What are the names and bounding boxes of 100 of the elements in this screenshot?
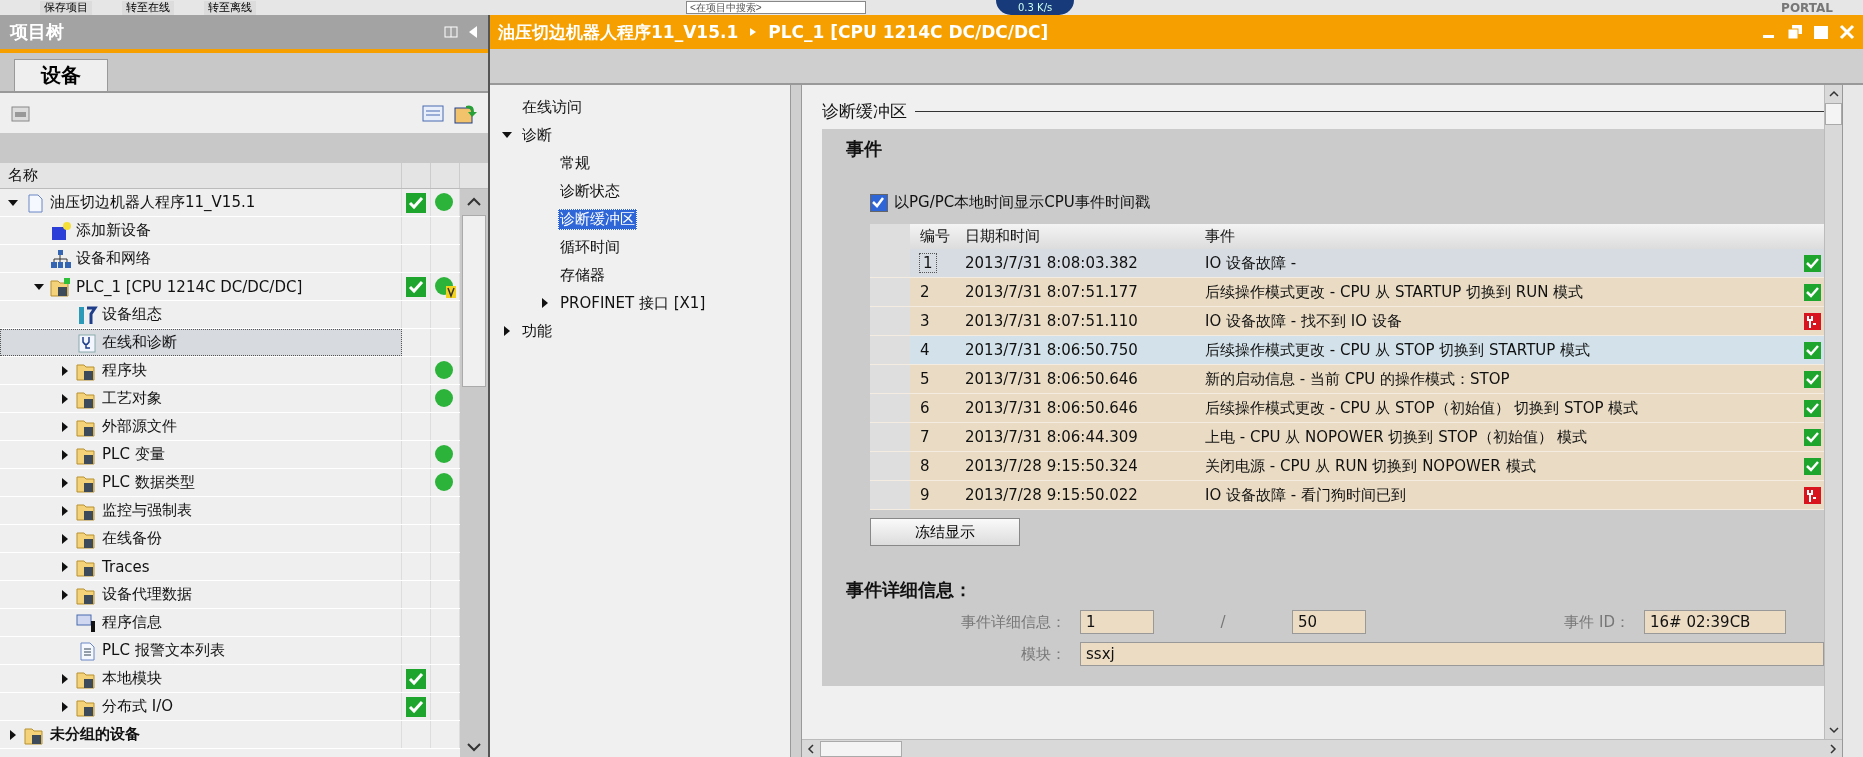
tree-item[interactable]: 工艺对象 xyxy=(0,385,402,412)
tree-item[interactable]: 设备组态 xyxy=(0,301,402,328)
tree-item[interactable]: 在线备份 xyxy=(0,525,402,552)
scroll-thumb[interactable] xyxy=(820,740,902,757)
new-device-icon[interactable] xyxy=(10,103,32,123)
table-cell: 3 xyxy=(920,312,930,330)
table-cell-text: 2013/7/31 8:07:51.110 xyxy=(965,312,1139,330)
checkbox[interactable] xyxy=(870,193,888,212)
separator-label: / xyxy=(1219,613,1227,631)
table-row[interactable]: 6 2013/7/31 8:06:50.646 后续操作模式更改 - CPU 从 STOP（初始值） 切换到 STOP 模式 xyxy=(870,394,1824,423)
nav-item[interactable]: 常规 xyxy=(558,152,592,174)
devices-tab[interactable]: 设备 xyxy=(14,59,108,91)
editor-title: 油压切边机器人程序11_V15.1 xyxy=(498,20,739,44)
table-cell-text: 后续操作模式更改 - CPU 从 STOP（初始值） 切换到 STOP 模式 xyxy=(1205,398,1640,418)
scroll-thumb[interactable] xyxy=(1825,103,1842,125)
nav-item[interactable]: 循环时间 xyxy=(558,236,622,258)
tree-item[interactable]: 程序信息 xyxy=(0,609,402,636)
event-total-field: 50 xyxy=(1292,610,1366,634)
maximize-icon[interactable] xyxy=(1813,24,1829,40)
table-row[interactable]: 5 2013/7/31 8:06:50.646 新的启动信息 - 当前 CPU 的操作模式：STOP xyxy=(870,365,1824,394)
info-icon xyxy=(76,612,98,633)
table-cell: 8 xyxy=(920,457,930,475)
event-index-field: 1 xyxy=(1080,610,1154,634)
table-row[interactable]: 2 2013/7/31 8:07:51.177 后续操作模式更改 - CPU 从 STARTUP 切换到 RUN 模式 xyxy=(870,278,1824,307)
table-cell-text: 2013/7/31 8:07:51.177 xyxy=(965,283,1139,301)
section-title: 诊断缓冲区 xyxy=(822,99,907,123)
nav-item[interactable]: 功能 xyxy=(520,320,554,342)
table-cell-text: IO 设备故障 - 找不到 IO 设备 xyxy=(1205,311,1403,331)
restore-icon[interactable] xyxy=(1787,24,1803,40)
collapse-arrow-icon[interactable] xyxy=(468,25,478,39)
toolbar-button[interactable]: 转至在线 xyxy=(122,0,174,15)
nav-item[interactable]: 存储器 xyxy=(558,264,607,286)
scrollbar[interactable] xyxy=(1824,85,1842,739)
table-cell-text: 2013/7/31 8:06:50.646 xyxy=(965,399,1139,417)
table-cell-text: 新的启动信息 - 当前 CPU 的操作模式：STOP xyxy=(1205,369,1511,389)
table-view-icon[interactable] xyxy=(422,103,444,123)
table-row[interactable]: 3 2013/7/31 8:07:51.110 IO 设备故障 - 找不到 IO 设备 xyxy=(870,307,1824,336)
nav-item[interactable]: PROFINET 接口 [X1] xyxy=(558,292,708,314)
tree-item[interactable]: 设备代理数据 xyxy=(0,581,402,608)
tree-item[interactable]: 未分组的设备 xyxy=(0,721,402,748)
tree-item[interactable]: 本地模块 xyxy=(0,665,402,692)
table-cell-text: IO 设备故障 - 看门狗时间已到 xyxy=(1205,485,1407,505)
plc-icon xyxy=(50,276,72,297)
tree-item[interactable]: 设备和网络 xyxy=(0,245,402,272)
panel-title: 项目树 xyxy=(10,20,64,44)
device-config-icon xyxy=(76,304,98,325)
nav-item[interactable]: 诊断状态 xyxy=(558,180,622,202)
scrollbar[interactable] xyxy=(460,189,488,757)
table-cell-text: 2013/7/31 8:06:50.646 xyxy=(965,370,1139,388)
table-cell-text: IO 设备故障 - xyxy=(1205,253,1298,273)
table-cell: 1 xyxy=(920,254,936,272)
tree-item[interactable]: PLC 变量 xyxy=(0,441,402,468)
table-cell: 5 xyxy=(920,370,930,388)
table-row[interactable]: 9 2013/7/28 9:15:50.022 IO 设备故障 - 看门狗时间已到 xyxy=(870,481,1824,510)
portal-label: PORTAL xyxy=(1781,0,1833,15)
stethoscope-icon xyxy=(76,332,98,353)
split-view-icon[interactable] xyxy=(444,25,458,39)
tree-item[interactable]: PLC_1 [CPU 1214C DC/DC/DC] xyxy=(0,273,402,300)
horizontal-scrollbar[interactable] xyxy=(802,739,1842,757)
table-cell-text: 2013/7/31 8:08:03.382 xyxy=(965,254,1139,272)
scroll-thumb[interactable] xyxy=(462,215,486,387)
tree-item[interactable]: 在线和诊断 xyxy=(0,329,402,356)
field-label: 事件详细信息： xyxy=(960,612,1066,632)
table-cell-text: 2013/7/31 8:06:44.309 xyxy=(965,428,1139,446)
tree-item[interactable]: PLC 数据类型 xyxy=(0,469,402,496)
column-header: 事件 xyxy=(1205,227,1236,246)
freeze-display-button[interactable]: 冻结显示 xyxy=(870,518,1020,546)
tree-item[interactable]: 分布式 I/O xyxy=(0,693,402,720)
table-row[interactable]: 8 2013/7/28 9:15:50.324 关闭电源 - CPU 从 RUN 切换到 NOPOWER 模式 xyxy=(870,452,1824,481)
search-field[interactable]: <在项目中搜索> xyxy=(686,1,866,14)
breadcrumb: PLC_1 [CPU 1214C DC/DC/DC] xyxy=(768,22,1049,42)
toolbar-button[interactable]: 保存项目 xyxy=(40,0,92,15)
table-cell: 4 xyxy=(920,341,930,359)
tree-item[interactable]: 外部源文件 xyxy=(0,413,402,440)
table-cell-text: 后续操作模式更改 - CPU 从 STARTUP 切换到 RUN 模式 xyxy=(1205,282,1585,302)
nav-item[interactable]: 诊断 xyxy=(520,124,554,146)
tree-item[interactable]: 添加新设备 xyxy=(0,217,402,244)
tree-item[interactable]: 程序块 xyxy=(0,357,402,384)
nav-item[interactable]: 诊断缓冲区 xyxy=(558,208,637,230)
table-cell-text: 后续操作模式更改 - CPU 从 STOP 切换到 STARTUP 模式 xyxy=(1205,340,1592,360)
nav-item[interactable]: 在线访问 xyxy=(520,96,584,118)
table-cell-text: 上电 - CPU 从 NOPOWER 切换到 STOP（初始值） 模式 xyxy=(1205,427,1589,447)
close-icon[interactable] xyxy=(1839,24,1855,40)
table-cell: 2 xyxy=(920,283,930,301)
table-cell: 7 xyxy=(920,428,930,446)
tree-item[interactable]: PLC 报警文本列表 xyxy=(0,637,402,664)
field-label: 事件 ID： xyxy=(1563,612,1630,632)
module-field: ssxj xyxy=(1080,642,1824,666)
network-icon xyxy=(50,248,72,269)
column-header: 日期和时间 xyxy=(965,227,1041,246)
tree-item[interactable]: 油压切边机器人程序11_V15.1 xyxy=(0,189,402,216)
table-cell-text: 2013/7/28 9:15:50.022 xyxy=(965,486,1139,504)
tree-item[interactable]: 监控与强制表 xyxy=(0,497,402,524)
tree-item[interactable]: Traces xyxy=(0,553,402,580)
table-row[interactable]: 1 2013/7/31 8:08:03.382 IO 设备故障 - xyxy=(870,249,1824,278)
toolbar-button[interactable]: 转至离线 xyxy=(204,0,256,15)
table-row[interactable]: 4 2013/7/31 8:06:50.750 后续操作模式更改 - CPU 从 STOP 切换到 STARTUP 模式 xyxy=(870,336,1824,365)
table-row[interactable]: 7 2013/7/31 8:06:44.309 上电 - CPU 从 NOPOWER 切换到 STOP（初始值） 模式 xyxy=(870,423,1824,452)
column-header: 编号 xyxy=(919,227,951,246)
add-device-icon xyxy=(50,220,72,241)
